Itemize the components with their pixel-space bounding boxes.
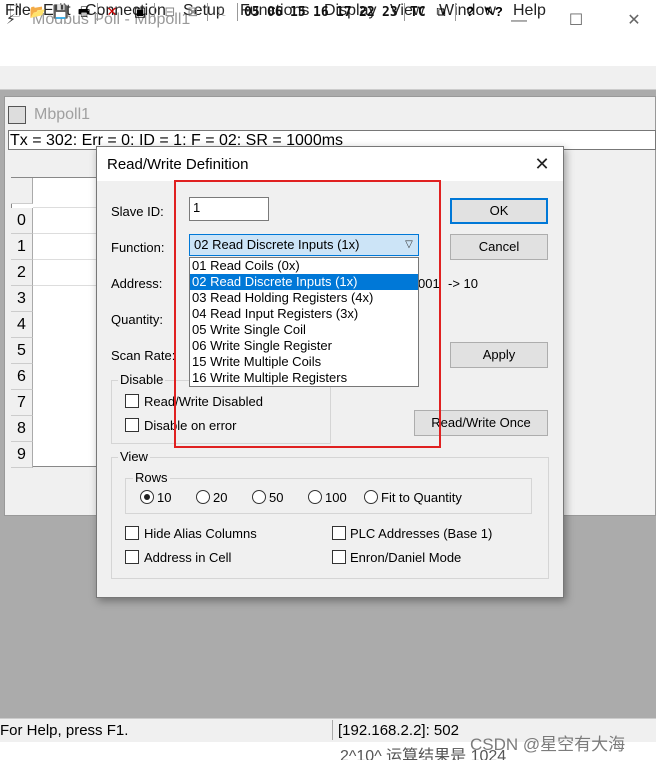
function-label: Function:: [111, 240, 165, 255]
grid-row-header[interactable]: 3: [11, 286, 33, 312]
address-range-end: -> 10: [448, 276, 478, 291]
print-icon[interactable]: 🖶: [75, 3, 93, 21]
function-05-button[interactable]: 05: [244, 5, 260, 20]
window-icon[interactable]: ▣: [131, 3, 149, 21]
disable-group-title: Disable: [118, 372, 166, 387]
enron-mode-checkbox[interactable]: [332, 550, 346, 564]
grid-row-header[interactable]: 0: [11, 208, 33, 234]
toolbar-separator: [237, 3, 238, 21]
close-button[interactable]: ✕: [619, 8, 649, 34]
toolbar-separator: [207, 3, 208, 21]
apply-button[interactable]: Apply: [450, 342, 548, 368]
grid-row-header[interactable]: 1: [11, 234, 33, 260]
tc-button[interactable]: TC: [410, 5, 426, 20]
menu-bar: [0, 42, 656, 66]
rw-disabled-checkbox[interactable]: [125, 394, 139, 408]
quantity-label: Quantity:: [111, 312, 164, 327]
function-22-button[interactable]: 22: [359, 5, 375, 20]
context-help-icon[interactable]: ↖?: [484, 3, 503, 21]
grid-row-header[interactable]: 9: [11, 442, 33, 468]
plc-addresses-checkbox[interactable]: [332, 526, 346, 540]
rows-100-label: 100: [325, 490, 347, 505]
child-window-title: Mbpoll1: [34, 106, 91, 123]
toolbar-separator: [455, 3, 456, 21]
help-icon[interactable]: ?: [461, 3, 479, 21]
highlight-box: [174, 180, 441, 448]
hide-alias-checkbox[interactable]: [125, 526, 139, 540]
dialog-close-icon[interactable]: ✕: [532, 154, 552, 174]
toolbar: [0, 66, 656, 90]
address-label: Address:: [111, 276, 163, 291]
rows-group-title: Rows: [133, 470, 170, 485]
grid-row-header[interactable]: 5: [11, 338, 33, 364]
grid-corner: [11, 178, 33, 204]
enron-mode-label: Enron/Daniel Mode: [350, 550, 462, 565]
function-17-button[interactable]: 17: [336, 5, 352, 20]
status-help-text: For Help, press F1.: [0, 722, 129, 739]
toolbar-separator: [154, 3, 155, 21]
pulse-icon[interactable]: ⎍: [212, 3, 230, 21]
function-23-button[interactable]: 23: [382, 5, 398, 20]
address-in-cell-checkbox[interactable]: [125, 550, 139, 564]
traffic-icon[interactable]: ⧉: [432, 3, 450, 21]
function-15-button[interactable]: 15: [290, 5, 306, 20]
view-group-title: View: [118, 449, 150, 464]
grid-row-header[interactable]: 2: [11, 260, 33, 286]
status-connection-address: [192.168.2.2]: 502: [338, 722, 459, 739]
rows-10-radio[interactable]: [140, 490, 154, 504]
rows-100-radio[interactable]: [308, 490, 322, 504]
dialog-title: Read/Write Definition: [107, 156, 249, 173]
delete-icon[interactable]: ✕: [103, 3, 121, 21]
grid-row-header[interactable]: 8: [11, 416, 33, 442]
rows-20-label: 20: [213, 490, 228, 505]
document-icon: [8, 106, 26, 124]
rows-50-label: 50: [269, 490, 284, 505]
new-icon[interactable]: 🗋: [6, 3, 24, 21]
watermark: CSDN @星空有大海: [470, 735, 626, 754]
rows-20-radio[interactable]: [196, 490, 210, 504]
connect-icon[interactable]: ⊟: [161, 3, 179, 21]
hide-alias-label: Hide Alias Columns: [144, 526, 257, 541]
address-in-cell-label: Address in Cell: [144, 550, 232, 565]
rows-10-label: 10: [157, 490, 172, 505]
open-icon[interactable]: 📂: [29, 3, 47, 21]
menu-help[interactable]: Help: [513, 2, 546, 20]
grid-row-header[interactable]: 7: [11, 390, 33, 416]
grid-row-header[interactable]: 6: [11, 364, 33, 390]
cancel-button[interactable]: Cancel: [450, 234, 548, 260]
ok-button[interactable]: OK: [450, 198, 548, 224]
maximize-button[interactable]: ☐: [561, 8, 591, 34]
rows-fit-label: Fit to Quantity: [381, 490, 462, 505]
rows-fit-radio[interactable]: [364, 490, 378, 504]
grid-row-header[interactable]: 4: [11, 312, 33, 338]
function-16-button[interactable]: 16: [313, 5, 329, 20]
status-separator: [332, 720, 333, 740]
scan-rate-label: Scan Rate:: [111, 348, 176, 363]
toolbar-separator: [97, 3, 98, 21]
toolbar-separator: [404, 3, 405, 21]
function-06-button[interactable]: 06: [267, 5, 283, 20]
plc-addresses-label: PLC Addresses (Base 1): [350, 526, 493, 541]
disconnect-icon[interactable]: ⊠: [184, 3, 202, 21]
slave-id-label: Slave ID:: [111, 204, 164, 219]
save-icon[interactable]: 💾: [52, 3, 70, 21]
disable-on-error-checkbox[interactable]: [125, 418, 139, 432]
rows-50-radio[interactable]: [252, 490, 266, 504]
